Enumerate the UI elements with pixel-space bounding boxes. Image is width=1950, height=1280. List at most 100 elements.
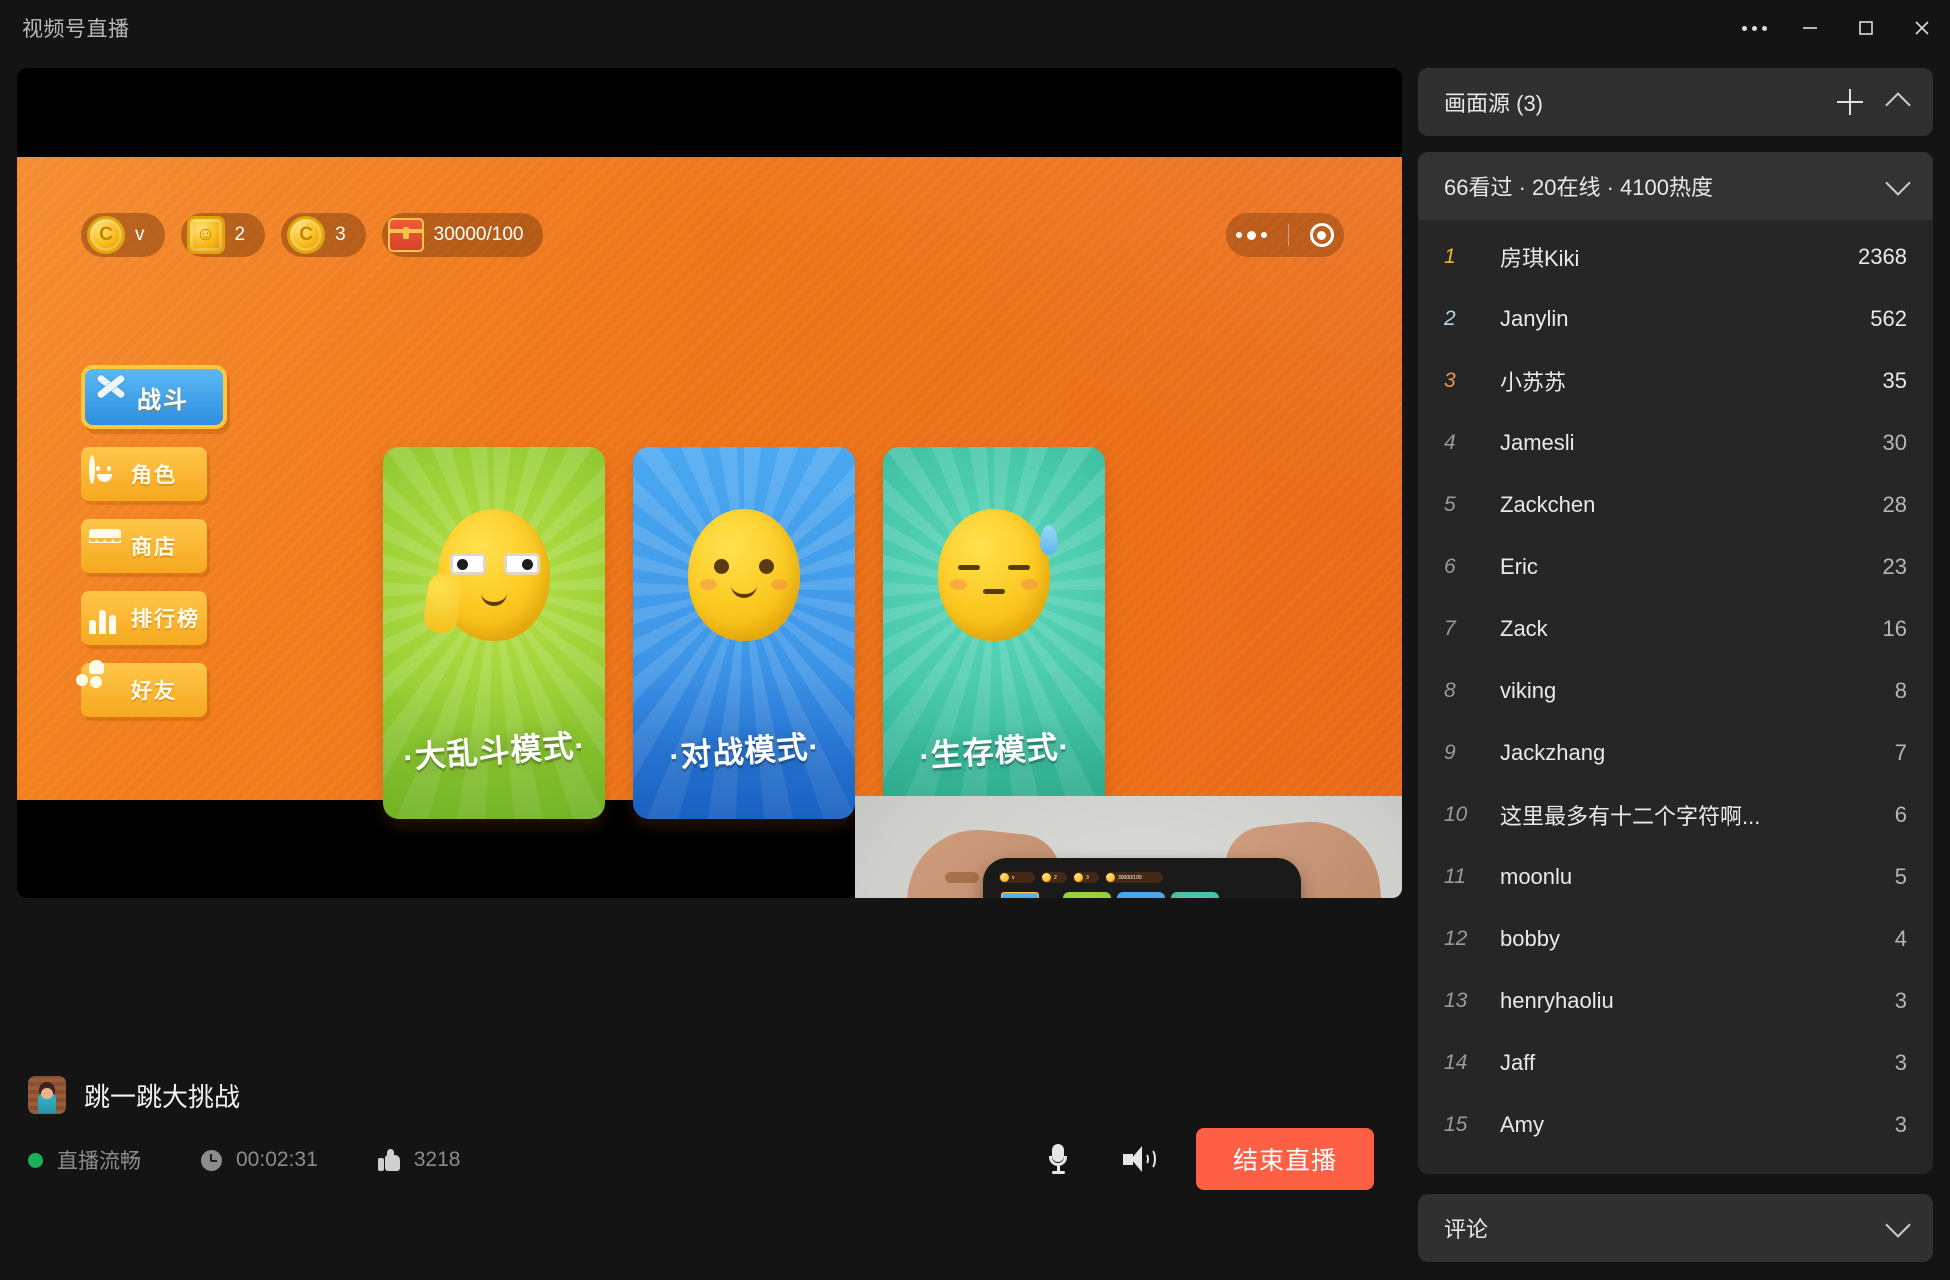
- stream-duration: 00:02:31: [236, 1148, 318, 1171]
- game-capture-source[interactable]: C v ☺ 2 C 3 30000/100 战斗 角色 商店 排行榜 好友 ·大…: [17, 157, 1402, 819]
- table-row[interactable]: 4 Jamesli 30: [1418, 412, 1933, 474]
- rank-number: 14: [1444, 1051, 1468, 1074]
- game-menu-label: 排行榜: [131, 608, 200, 631]
- title-bar: 视频号直播: [0, 0, 1950, 56]
- table-row[interactable]: 6 Eric 23: [1418, 536, 1933, 598]
- rank-number: 1: [1444, 245, 1456, 268]
- stream-status-text: 直播流畅: [57, 1150, 141, 1173]
- like-count: 3218: [413, 1148, 461, 1171]
- game-menu-item-character[interactable]: 角色: [81, 447, 207, 501]
- sources-panel: 画面源 (3): [1418, 68, 1933, 136]
- smiley-icon: [89, 455, 95, 484]
- table-row[interactable]: 3 小苏苏 35: [1418, 350, 1933, 412]
- table-row[interactable]: 15 Amy 3: [1418, 1094, 1933, 1156]
- table-row[interactable]: 8 viking 8: [1418, 660, 1933, 722]
- table-row[interactable]: 13 henryhaoliu 3: [1418, 970, 1933, 1032]
- rank-value: 35: [1882, 368, 1907, 393]
- audience-stats-header[interactable]: 66看过 · 20在线 · 4100热度: [1418, 152, 1933, 220]
- phone-device: v 2 3 30000/100 大乱斗模式 对战模式 生存模式: [945, 858, 1301, 898]
- hud-pill-coin: C v: [81, 213, 165, 257]
- rank-number: 12: [1444, 927, 1468, 950]
- game-menu: 战斗 角色 商店 排行榜 好友: [76, 365, 227, 717]
- sources-panel-title: 画面源 (3): [1444, 91, 1544, 116]
- close-icon[interactable]: [1894, 0, 1950, 56]
- rank-value: 6: [1894, 802, 1907, 827]
- record-icon[interactable]: [1309, 223, 1334, 247]
- game-menu-item-friends[interactable]: 好友: [76, 660, 207, 717]
- chevron-down-icon[interactable]: [1885, 170, 1911, 196]
- audience-rank-panel: 66看过 · 20在线 · 4100热度 1 房琪Kiki 2368 2 Jan…: [1418, 152, 1933, 1174]
- plus-icon[interactable]: [1837, 89, 1863, 115]
- rank-value: 3: [1894, 1050, 1907, 1075]
- sources-panel-header[interactable]: 画面源 (3): [1418, 68, 1933, 136]
- rank-number: 11: [1444, 865, 1466, 888]
- hud-value: 3: [335, 224, 346, 245]
- comment-panel[interactable]: 评论: [1418, 1194, 1933, 1262]
- table-row[interactable]: 11 moonlu 5: [1418, 846, 1933, 908]
- game-menu-label: 角色: [131, 464, 177, 487]
- miniprogram-capsule[interactable]: [1226, 213, 1344, 257]
- game-menu-item-leaderboard[interactable]: 排行榜: [81, 591, 207, 645]
- chevron-up-icon[interactable]: [1885, 92, 1911, 118]
- table-row[interactable]: 12 bobby 4: [1418, 908, 1933, 970]
- table-row[interactable]: 7 Zack 16: [1418, 598, 1933, 660]
- status-indicator-dot: [28, 1152, 43, 1168]
- audience-stats-text: 66看过 · 20在线 · 4100热度: [1444, 175, 1713, 200]
- rank-number: 9: [1444, 741, 1456, 764]
- game-menu-label: 战斗: [137, 386, 189, 414]
- rank-name: Amy: [1500, 1112, 1544, 1137]
- rank-number: 15: [1444, 1113, 1468, 1136]
- chevron-down-icon[interactable]: [1885, 1212, 1911, 1238]
- stream-preview-canvas[interactable]: C v ☺ 2 C 3 30000/100 战斗 角色 商店 排行榜 好友 ·大…: [17, 68, 1402, 898]
- table-row[interactable]: 14 Jaff 3: [1418, 1032, 1933, 1094]
- table-row[interactable]: 1 房琪Kiki 2368: [1418, 226, 1933, 288]
- emoji-shy-face: [688, 509, 800, 641]
- rank-number: 5: [1444, 493, 1456, 516]
- treasure-chest-icon: [387, 218, 424, 252]
- right-sidebar: 画面源 (3) 66看过 · 20在线 · 4100热度 1 房琪Kiki 23…: [1418, 68, 1933, 1262]
- rank-name: bobby: [1500, 926, 1560, 951]
- camera-pip-overlay[interactable]: v 2 3 30000/100 大乱斗模式 对战模式 生存模式: [855, 796, 1402, 898]
- table-row[interactable]: 9 Jackzhang 7: [1418, 722, 1933, 784]
- table-row[interactable]: 2 Janylin 562: [1418, 288, 1933, 350]
- rank-value: 5: [1894, 864, 1907, 889]
- microphone-icon[interactable]: [1032, 1133, 1084, 1185]
- coin-icon: C: [87, 216, 125, 254]
- rank-number: 13: [1444, 989, 1468, 1012]
- rank-name: henryhaoliu: [1500, 988, 1614, 1013]
- hud-pill-chest: 30000/100: [381, 213, 544, 257]
- bar-chart-icon: [89, 604, 123, 634]
- rank-name: moonlu: [1500, 864, 1573, 889]
- table-row[interactable]: 5 Zackchen 28: [1418, 474, 1933, 536]
- game-menu-item-shop[interactable]: 商店: [81, 519, 207, 573]
- end-live-button[interactable]: 结束直播: [1196, 1128, 1374, 1190]
- table-row[interactable]: 10 这里最多有十二个字符啊... 6: [1418, 784, 1933, 846]
- thumbs-up-icon: [377, 1149, 400, 1171]
- avatar: [28, 1076, 66, 1114]
- game-menu-item-battle[interactable]: 战斗: [81, 365, 227, 429]
- rank-name: Janylin: [1500, 306, 1569, 331]
- game-mode-cards: ·大乱斗模式· ·对战模式· ·生存模式·: [383, 447, 1105, 819]
- rank-value: 3: [1894, 1112, 1907, 1137]
- audience-rank-list[interactable]: 1 房琪Kiki 2368 2 Janylin 562 3 小苏苏 35 4 J…: [1418, 220, 1933, 1174]
- game-mode-card-survival[interactable]: ·生存模式·: [883, 447, 1105, 819]
- capsule-divider: [1287, 224, 1289, 246]
- rank-number: 3: [1444, 369, 1456, 392]
- maximize-icon[interactable]: [1838, 0, 1894, 56]
- stream-controls: 结束直播: [1032, 1128, 1402, 1190]
- speaker-icon[interactable]: [1114, 1133, 1166, 1185]
- rank-value: 30: [1882, 430, 1907, 455]
- game-mode-card-brawl[interactable]: ·大乱斗模式·: [383, 447, 605, 819]
- rank-number: 6: [1444, 555, 1456, 578]
- hud-value: v: [135, 224, 145, 245]
- game-mode-card-versus[interactable]: ·对战模式·: [633, 447, 855, 819]
- emoji-coin-icon: ☺: [186, 216, 225, 254]
- live-studio-window: 视频号直播 C v ☺ 2 C 3 30000/100 战斗 角色 商店 排行榜…: [0, 0, 1950, 1280]
- minimize-icon[interactable]: [1782, 0, 1838, 56]
- app-title: 视频号直播: [22, 18, 130, 41]
- swords-icon: [93, 373, 129, 414]
- more-options-icon[interactable]: [1726, 0, 1782, 56]
- window-controls: [1726, 0, 1950, 56]
- rank-number: 10: [1444, 803, 1468, 826]
- capsule-more-icon[interactable]: [1236, 230, 1268, 240]
